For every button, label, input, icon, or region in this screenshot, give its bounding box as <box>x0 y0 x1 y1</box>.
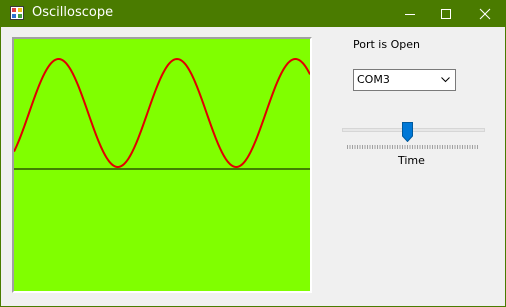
close-icon <box>479 8 491 19</box>
maximize-button[interactable] <box>428 0 464 27</box>
time-label: Time <box>398 154 425 167</box>
slider-track <box>342 128 485 132</box>
slider-thumb[interactable] <box>401 122 413 142</box>
port-select-value: COM3 <box>357 73 390 86</box>
minimize-button[interactable] <box>392 0 428 27</box>
window-title: Oscilloscope <box>32 5 114 20</box>
close-button[interactable] <box>467 0 503 27</box>
maximize-icon <box>441 8 451 19</box>
sine-wave <box>13 57 311 169</box>
oscilloscope-window: Oscilloscope Port is Open COM3 Time <box>0 0 506 307</box>
port-status-label: Port is Open <box>353 38 420 51</box>
title-bar[interactable]: Oscilloscope <box>1 0 506 27</box>
chevron-down-icon[interactable] <box>441 77 450 83</box>
port-select[interactable]: COM3 <box>353 69 456 91</box>
slider-ticks <box>347 145 478 149</box>
app-icon <box>10 6 24 20</box>
waveform-plot <box>13 57 311 170</box>
time-slider[interactable] <box>341 120 487 150</box>
oscilloscope-display <box>12 37 312 293</box>
minimize-icon <box>405 13 415 15</box>
